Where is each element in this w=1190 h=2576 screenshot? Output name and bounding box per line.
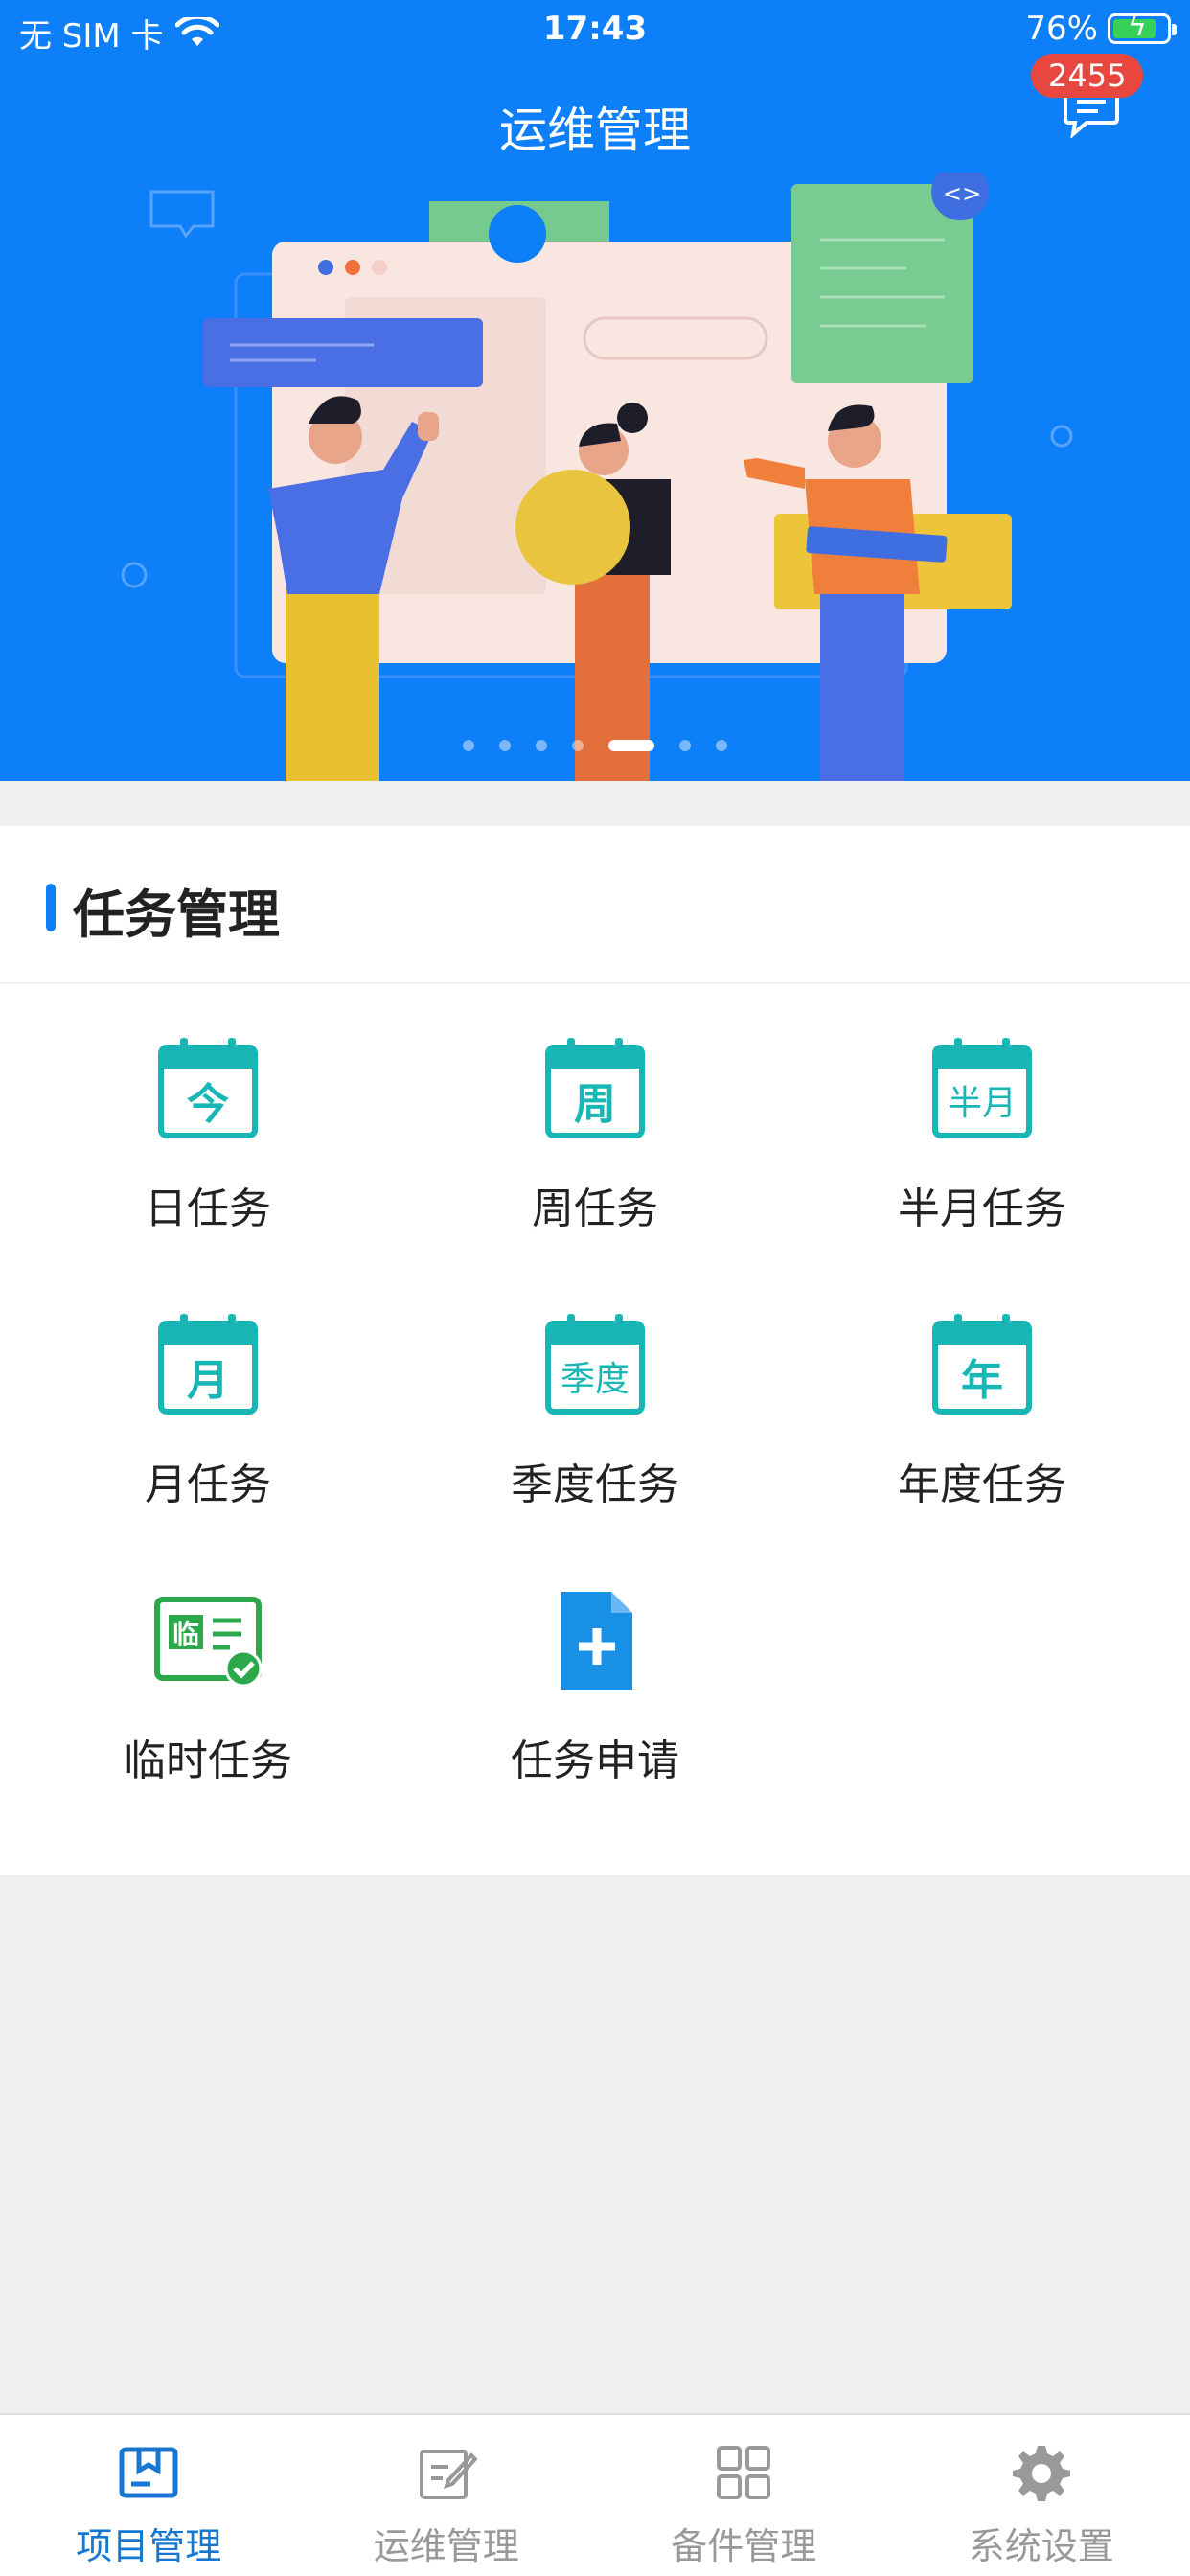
svg-text:年: 年 xyxy=(961,1356,1003,1405)
task-weekly[interactable]: 周 周任务 xyxy=(397,984,793,1260)
task-daily[interactable]: 今 日任务 xyxy=(10,984,406,1260)
tab-spare-parts[interactable]: 备件管理 xyxy=(595,2415,893,2576)
task-label: 任务申请 xyxy=(511,1736,679,1785)
tab-label: 系统设置 xyxy=(968,2525,1114,2567)
battery-icon: ϟ xyxy=(1108,12,1177,44)
status-right: 76% ϟ xyxy=(1025,10,1177,48)
calendar-halfmonth-icon: 半月 xyxy=(932,1038,1032,1138)
section-title: 任务管理 xyxy=(73,885,280,945)
banner-dot[interactable] xyxy=(679,740,691,751)
calendar-week-icon: 周 xyxy=(545,1038,645,1138)
tab-label: 项目管理 xyxy=(76,2525,222,2567)
bottom-tab-bar: 项目管理 运维管理 备件管理 系统设置 xyxy=(0,2413,1190,2576)
svg-text:周: 周 xyxy=(574,1080,616,1129)
grid-icon xyxy=(717,2446,771,2499)
calendar-today-icon: 今 xyxy=(158,1038,258,1138)
edit-doc-icon xyxy=(419,2450,477,2499)
tab-system-settings[interactable]: 系统设置 xyxy=(893,2415,1190,2576)
header-banner: 无 SIM 卡 17:43 76% ϟ 运维管理 2455 <> xyxy=(0,0,1190,781)
task-label: 临时任务 xyxy=(124,1736,292,1785)
tab-ops-management[interactable]: 运维管理 xyxy=(298,2415,596,2576)
task-apply-icon xyxy=(561,1592,632,1690)
banner-dot-active[interactable] xyxy=(608,740,654,751)
banner-dot[interactable] xyxy=(463,740,474,751)
banner-dot[interactable] xyxy=(536,740,547,751)
svg-text:月: 月 xyxy=(187,1356,229,1405)
task-quarterly[interactable]: 季度 季度任务 xyxy=(397,1260,793,1536)
task-label: 周任务 xyxy=(532,1184,658,1233)
temporary-task-icon: 临 xyxy=(154,1597,263,1688)
task-label: 年度任务 xyxy=(898,1460,1066,1509)
svg-text:临: 临 xyxy=(172,1619,199,1650)
status-time: 17:43 xyxy=(542,10,648,48)
svg-text:今: 今 xyxy=(187,1080,229,1129)
task-temporary[interactable]: 临 临时任务 xyxy=(10,1536,406,1812)
task-apply[interactable]: 任务申请 xyxy=(397,1536,793,1812)
battery-percent: 76% xyxy=(1025,10,1098,48)
task-halfmonth[interactable]: 半月 半月任务 xyxy=(784,984,1180,1260)
page-title: 运维管理 xyxy=(499,103,691,158)
status-bar: 无 SIM 卡 17:43 76% ϟ xyxy=(0,0,1190,61)
svg-text:季度: 季度 xyxy=(561,1360,629,1399)
banner-illustration[interactable]: <> xyxy=(0,172,1190,781)
svg-text:半月: 半月 xyxy=(948,1084,1017,1123)
task-label: 日任务 xyxy=(145,1184,271,1233)
project-icon xyxy=(119,2447,178,2498)
banner-dot[interactable] xyxy=(499,740,511,751)
section-accent-bar xyxy=(46,884,56,932)
gear-icon xyxy=(1012,2446,1070,2501)
svg-text:<>: <> xyxy=(943,180,981,207)
tab-label: 运维管理 xyxy=(373,2525,519,2567)
task-management-section: 任务管理 今 日任务 周 周任务 半月 半月任务 月 月任务 季度 季度任务 年… xyxy=(0,826,1190,1875)
tab-project-management[interactable]: 项目管理 xyxy=(0,2415,298,2576)
task-label: 季度任务 xyxy=(511,1460,679,1509)
banner-pagination[interactable] xyxy=(0,740,1190,751)
banner-dot[interactable] xyxy=(716,740,727,751)
message-badge: 2455 xyxy=(1031,54,1144,98)
calendar-quarter-icon: 季度 xyxy=(545,1314,645,1414)
banner-dot[interactable] xyxy=(572,740,584,751)
task-label: 月任务 xyxy=(145,1460,271,1509)
section-header: 任务管理 xyxy=(0,826,1190,984)
calendar-month-icon: 月 xyxy=(158,1314,258,1414)
tab-label: 备件管理 xyxy=(671,2525,817,2567)
calendar-year-icon: 年 xyxy=(932,1314,1032,1414)
task-monthly[interactable]: 月 月任务 xyxy=(10,1260,406,1536)
task-label: 半月任务 xyxy=(898,1184,1066,1233)
task-yearly[interactable]: 年 年度任务 xyxy=(784,1260,1180,1536)
